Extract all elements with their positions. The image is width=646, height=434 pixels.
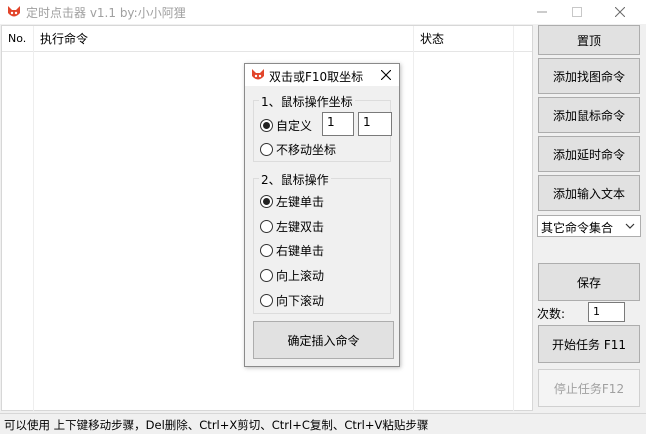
left-double-click-radio[interactable] — [260, 220, 273, 233]
add-mouse-command-button[interactable]: 添加鼠标命令 — [538, 97, 640, 133]
dialog-title: 双击或F10取坐标 — [269, 70, 364, 84]
left-double-click-label: 左键双击 — [276, 220, 325, 234]
coordinate-dialog: 双击或F10取坐标 1、鼠标操作坐标 自定义 1 1 不移动坐标 2、鼠标操作 … — [244, 63, 400, 367]
no-move-radio[interactable] — [260, 143, 273, 156]
stop-task-button[interactable]: 停止任务F12 — [538, 369, 640, 407]
minimize-icon — [537, 11, 547, 13]
pin-on-top-button[interactable]: 置顶 — [538, 25, 640, 55]
mouse-action-group-label: 2、鼠标操作 — [259, 171, 331, 188]
fox-logo-icon — [252, 69, 264, 80]
minimize-button[interactable] — [522, 0, 562, 24]
left-click-radio[interactable] — [260, 195, 273, 208]
left-click-label: 左键单击 — [276, 195, 325, 209]
list-header: No. 执行命令 状态 — [2, 26, 532, 52]
save-button[interactable]: 保存 — [538, 263, 640, 301]
radio-selected-dot — [263, 198, 270, 205]
x-coordinate-input[interactable]: 1 — [322, 112, 354, 136]
status-text: 可以使用 上下键移动步骤，Del删除、Ctrl+X剪切、Ctrl+C复制、Ctr… — [4, 418, 429, 432]
add-delay-command-button[interactable]: 添加延时命令 — [538, 136, 640, 172]
column-divider — [513, 26, 514, 411]
right-click-label: 右键单击 — [276, 244, 325, 258]
dialog-close-button[interactable] — [376, 65, 396, 85]
maximize-button[interactable] — [557, 0, 597, 24]
start-task-button[interactable]: 开始任务 F11 — [538, 325, 640, 363]
column-header-no[interactable]: No. — [2, 26, 34, 52]
count-label: 次数: — [537, 307, 566, 321]
confirm-insert-button[interactable]: 确定插入命令 — [253, 321, 394, 359]
scroll-down-label: 向下滚动 — [276, 294, 325, 308]
column-header-command[interactable]: 执行命令 — [34, 26, 414, 52]
right-click-radio[interactable] — [260, 244, 273, 257]
dialog-title-bar: 双击或F10取坐标 — [245, 64, 399, 86]
coordinate-group-label: 1、鼠标操作坐标 — [259, 93, 355, 110]
count-input[interactable]: 1 — [588, 302, 625, 322]
custom-coordinate-label: 自定义 — [276, 119, 313, 133]
other-commands-dropdown[interactable]: 其它命令集合 — [537, 215, 641, 237]
title-bar: 定时点击器 v1.1 by:小小阿狸 — [0, 0, 646, 24]
scroll-up-radio[interactable] — [260, 269, 273, 282]
no-move-label: 不移动坐标 — [276, 143, 337, 157]
add-image-command-button[interactable]: 添加找图命令 — [538, 58, 640, 94]
add-text-input-button[interactable]: 添加输入文本 — [538, 175, 640, 211]
close-button[interactable] — [600, 0, 640, 24]
column-divider — [413, 26, 414, 411]
status-bar: 可以使用 上下键移动步骤，Del删除、Ctrl+X剪切、Ctrl+C复制、Ctr… — [0, 413, 646, 434]
close-icon — [615, 7, 625, 17]
chevron-down-icon — [625, 223, 635, 229]
fox-logo-icon — [8, 6, 20, 17]
radio-selected-dot — [263, 122, 270, 129]
column-divider — [33, 26, 34, 411]
column-header-status[interactable]: 状态 — [414, 26, 514, 52]
scroll-up-label: 向上滚动 — [276, 269, 325, 283]
maximize-icon — [572, 7, 582, 17]
y-coordinate-input[interactable]: 1 — [358, 112, 392, 136]
scroll-down-radio[interactable] — [260, 294, 273, 307]
window-title: 定时点击器 v1.1 by:小小阿狸 — [26, 6, 186, 20]
close-icon — [381, 70, 391, 80]
dropdown-selected: 其它命令集合 — [541, 221, 614, 235]
custom-coordinate-radio[interactable] — [260, 119, 273, 132]
